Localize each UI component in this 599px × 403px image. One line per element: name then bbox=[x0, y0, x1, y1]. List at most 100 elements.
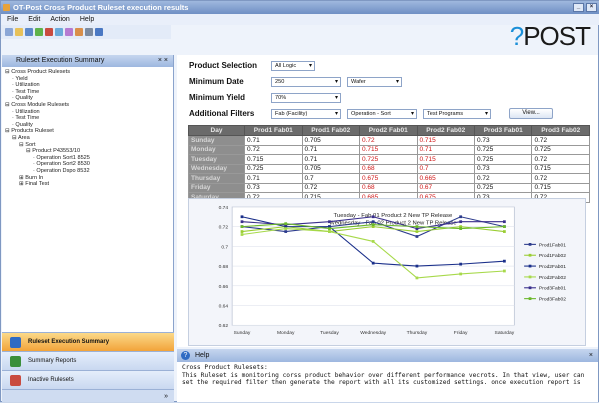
tree-node[interactable]: ⊟ Cross Module Rulesets bbox=[5, 102, 170, 109]
data-point bbox=[503, 220, 506, 224]
value-cell: 0.72 bbox=[359, 135, 418, 146]
yield-table: Day Prod1 Fab01 Prod1 Fab02 Prod2 Fab01 Prod… bbox=[187, 125, 590, 203]
menu-file[interactable]: File bbox=[7, 14, 18, 25]
tree-node-label: Final Test bbox=[25, 181, 50, 188]
value-cell: 0.72 bbox=[473, 173, 533, 184]
panel-close-icon[interactable]: × × bbox=[158, 55, 168, 67]
value-cell: 0.665 bbox=[416, 173, 475, 184]
menu-help[interactable]: Help bbox=[80, 14, 94, 25]
close-button[interactable]: × bbox=[586, 3, 597, 12]
filter-icon[interactable] bbox=[65, 28, 73, 36]
value-cell: 0.705 bbox=[301, 163, 361, 174]
nav-item[interactable]: Ruleset Execution Summary bbox=[2, 332, 174, 351]
legend-marker bbox=[528, 253, 532, 257]
column-header[interactable]: Prod1 Fab02 bbox=[301, 125, 361, 136]
tree-node[interactable]: · Quality bbox=[5, 95, 170, 102]
tree-node[interactable]: · Yield bbox=[5, 76, 170, 83]
tree-node-label: Sort bbox=[25, 141, 36, 148]
legend-label: Prod1Fab01 bbox=[539, 242, 566, 248]
tree-node[interactable]: · Test Time bbox=[5, 115, 170, 122]
help-question-icon: ? bbox=[181, 351, 190, 360]
data-point bbox=[371, 223, 375, 227]
y-tick-label: 0.7 bbox=[221, 244, 228, 250]
tree-node[interactable]: ⊞ Final Test bbox=[5, 181, 170, 188]
value-cell: 0.71 bbox=[301, 154, 361, 165]
tree-node[interactable]: · Operation Dspo 8532 bbox=[5, 168, 170, 175]
column-header[interactable]: Prod2 Fab02 bbox=[416, 125, 475, 136]
new-icon[interactable] bbox=[5, 28, 13, 36]
help-icon[interactable] bbox=[95, 28, 103, 36]
menu-edit[interactable]: Edit bbox=[28, 14, 40, 25]
run-icon[interactable] bbox=[35, 28, 43, 36]
tree-node[interactable]: · Operation Sort2 8530 bbox=[5, 161, 170, 168]
column-header[interactable]: Prod2 Fab01 bbox=[359, 125, 418, 136]
data-point bbox=[503, 230, 506, 233]
column-header[interactable]: Prod3 Fab01 bbox=[473, 125, 533, 136]
minimum-date-label: Minimum Date bbox=[189, 77, 244, 86]
table-row: Sunday 0.71 0.705 0.72 0.715 0.73 0.72 bbox=[187, 135, 590, 146]
legend-label: Prod2Fab02 bbox=[539, 275, 566, 281]
data-point bbox=[371, 215, 375, 219]
date-unit-dropdown[interactable]: Wafer bbox=[347, 77, 402, 87]
data-point bbox=[240, 225, 244, 229]
product-selection-dropdown[interactable]: All Logic bbox=[271, 61, 315, 71]
export-icon[interactable] bbox=[75, 28, 83, 36]
value-cell: 0.72 bbox=[531, 173, 590, 184]
nav-more-button[interactable]: » bbox=[2, 389, 174, 402]
column-header[interactable]: Prod1 Fab01 bbox=[244, 125, 303, 136]
value-cell: 0.715 bbox=[416, 135, 475, 146]
minimum-date-input[interactable]: 250 bbox=[271, 77, 341, 87]
value-cell: 0.725 bbox=[473, 154, 533, 165]
value-cell: 0.715 bbox=[359, 144, 418, 155]
tree-node[interactable]: · Utilization bbox=[5, 109, 170, 116]
value-cell: 0.68 bbox=[359, 182, 418, 193]
minimize-button[interactable]: _ bbox=[573, 3, 584, 12]
window-controls: _ × bbox=[573, 3, 597, 12]
print-icon[interactable] bbox=[85, 28, 93, 36]
tree-node[interactable]: ⊟ Products Ruleset bbox=[5, 128, 170, 135]
value-cell: 0.72 bbox=[244, 144, 303, 155]
y-tick-label: 0.72 bbox=[219, 225, 229, 231]
view-button[interactable]: View... bbox=[509, 108, 553, 119]
value-cell: 0.725 bbox=[473, 144, 533, 155]
tree-node[interactable]: · Test Time bbox=[5, 89, 170, 96]
tree-node[interactable]: ⊞ Burn In bbox=[5, 175, 170, 182]
test-programs-dropdown[interactable]: Test Programs bbox=[423, 109, 491, 119]
tree-node[interactable]: · Operation Sort1 8525 bbox=[5, 155, 170, 162]
nav-item[interactable]: Summary Reports bbox=[2, 351, 174, 370]
tree-node-label: Quality bbox=[15, 95, 33, 102]
operation-filter-dropdown[interactable]: Operation - Sort bbox=[347, 109, 417, 119]
tree-node[interactable]: ⊟ Area bbox=[5, 135, 170, 142]
data-point bbox=[459, 227, 463, 230]
inactive-icon bbox=[10, 375, 21, 386]
minimum-yield-dropdown[interactable]: 70% bbox=[271, 93, 341, 103]
column-header[interactable]: Prod3 Fab02 bbox=[531, 125, 590, 136]
tree-node[interactable]: · Utilization bbox=[5, 82, 170, 89]
value-cell: 0.73 bbox=[244, 182, 303, 193]
help-close-icon[interactable]: × bbox=[589, 349, 593, 362]
chart-icon bbox=[10, 356, 21, 367]
tree-node-label: Operation Sort1 8525 bbox=[36, 154, 90, 161]
column-header[interactable]: Day bbox=[187, 125, 246, 136]
help-heading: Cross Product Rulesets: bbox=[182, 364, 268, 371]
refresh-icon[interactable] bbox=[55, 28, 63, 36]
yield-line-chart: 0.62 0.64 0.66 0.68 0.7 0.72 0.74 Sunday Monday T… bbox=[188, 198, 586, 346]
tree-node[interactable]: · Quality bbox=[5, 122, 170, 129]
data-point bbox=[415, 225, 419, 229]
open-icon[interactable] bbox=[15, 28, 23, 36]
tree-node-label: Test Time bbox=[15, 88, 40, 95]
save-icon[interactable] bbox=[25, 28, 33, 36]
tree-node[interactable]: ⊟ Product P43553/10 bbox=[5, 148, 170, 155]
data-point bbox=[415, 230, 419, 233]
tree-node-label: Area bbox=[17, 134, 30, 141]
toolbar bbox=[1, 25, 171, 39]
tree-node[interactable]: ⊟ Sort bbox=[5, 142, 170, 149]
data-point bbox=[328, 227, 331, 230]
legend-marker bbox=[528, 275, 532, 279]
menu-action[interactable]: Action bbox=[50, 14, 69, 25]
nav-item[interactable]: Inactive Rulesets bbox=[2, 370, 174, 389]
stop-icon[interactable] bbox=[45, 28, 53, 36]
tree-node[interactable]: ⊟ Cross Product Rulesets bbox=[5, 69, 170, 76]
tree-node-label: Quality bbox=[15, 121, 33, 128]
facility-filter-dropdown[interactable]: Fab (Facility) bbox=[271, 109, 341, 119]
